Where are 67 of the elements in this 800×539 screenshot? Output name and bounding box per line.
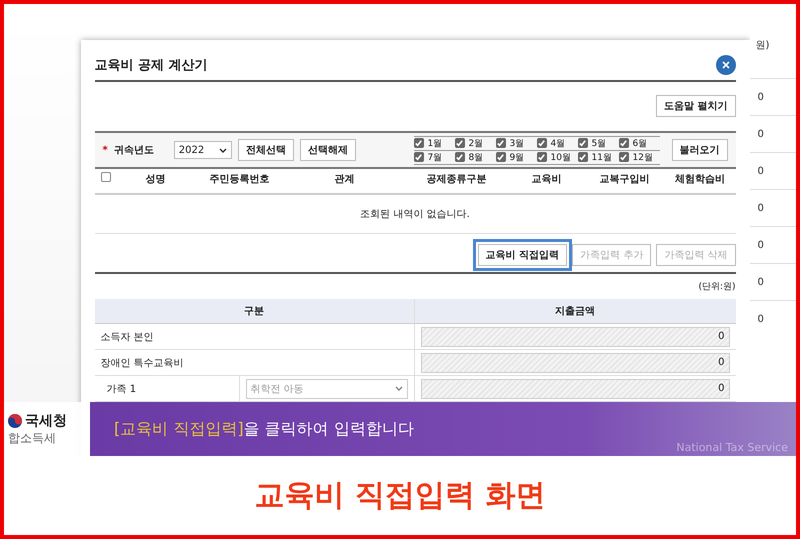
column-header: 교복구입비	[598, 172, 651, 186]
month-label: 10월	[550, 152, 571, 164]
checkbox[interactable]	[100, 172, 111, 182]
year-label: 귀속년도	[114, 144, 154, 157]
checkbox[interactable]	[618, 152, 629, 162]
chevron-down-icon	[218, 148, 227, 152]
empty-message: 조회된 내역이 없습니다.	[360, 209, 470, 220]
help-button[interactable]: 도움말 펼치기	[656, 95, 736, 117]
headline: 교육비 직접입력 화면	[254, 477, 546, 515]
checkbox[interactable]	[496, 138, 506, 148]
cell-value: 0	[758, 92, 764, 102]
month-label: 2월	[468, 138, 484, 150]
checkbox[interactable]	[618, 138, 629, 148]
month-label: 8월	[468, 152, 484, 164]
month-label: 11월	[592, 152, 612, 164]
month-label: 6월	[632, 138, 648, 150]
amount-field[interactable]: 0	[420, 378, 730, 398]
logo-subtitle: 합소득세	[8, 430, 56, 444]
column-header: 성명	[144, 172, 167, 186]
select-all-button[interactable]: 전체선택	[238, 139, 294, 161]
column-header: 관계	[334, 172, 356, 186]
chevron-down-icon	[394, 386, 403, 391]
close-icon[interactable]	[716, 55, 736, 75]
cell-value: 0	[758, 166, 764, 176]
unit-label: (단위:원)	[698, 282, 736, 292]
cell-value: 0	[758, 276, 764, 288]
month-label: 1월	[428, 138, 442, 150]
checkbox[interactable]	[578, 138, 588, 148]
month-label: 5월	[592, 138, 606, 150]
checkbox[interactable]	[454, 152, 465, 162]
dialog-title: 교육비 공제 계산기	[94, 57, 208, 74]
cell-value: 0	[758, 314, 764, 324]
cell-value: 0	[758, 240, 764, 250]
emblem-icon	[8, 414, 22, 428]
checkbox[interactable]	[536, 138, 547, 148]
month-label: 12월	[632, 152, 653, 164]
amount-field[interactable]: 0	[420, 326, 730, 346]
column-header-fragment: 원)	[754, 39, 770, 53]
logo-name: 국세청	[25, 412, 67, 430]
checkbox[interactable]	[414, 152, 424, 162]
checkbox[interactable]	[578, 152, 588, 162]
load-button[interactable]: 불러오기	[672, 139, 728, 161]
cell-value: 0	[758, 202, 764, 214]
amount-field[interactable]: 0	[420, 352, 730, 372]
column-header: 지출금액	[414, 299, 736, 324]
required-mark: *	[102, 144, 108, 156]
column-header: 공제종류구분	[426, 172, 488, 186]
brand-text: National Tax Service	[676, 441, 788, 454]
month-label: 7월	[428, 152, 442, 164]
deselect-button[interactable]: 선택해제	[300, 139, 356, 161]
month-label: 4월	[550, 138, 566, 150]
cell-value: 0	[758, 128, 764, 140]
year-select[interactable]: 2022	[174, 141, 232, 159]
column-header: 주민등록번호	[208, 172, 271, 186]
checkbox[interactable]	[496, 152, 506, 162]
row-label: 가족 1	[106, 382, 136, 396]
checkbox[interactable]	[454, 138, 465, 148]
column-header: 교육비	[530, 172, 563, 186]
caption-text: [교육비 직접입력]을 클릭하여 입력합니다	[114, 418, 414, 440]
row-label: 장애인 특수교육비	[100, 356, 184, 370]
month-label: 9월	[510, 152, 524, 164]
month-label: 3월	[510, 138, 524, 150]
row-label: 소득자 본인	[100, 330, 154, 344]
column-header: 체험학습비	[674, 172, 726, 186]
checkbox[interactable]	[414, 138, 424, 148]
column-header: 구분	[94, 299, 415, 324]
checkbox[interactable]	[536, 152, 547, 162]
